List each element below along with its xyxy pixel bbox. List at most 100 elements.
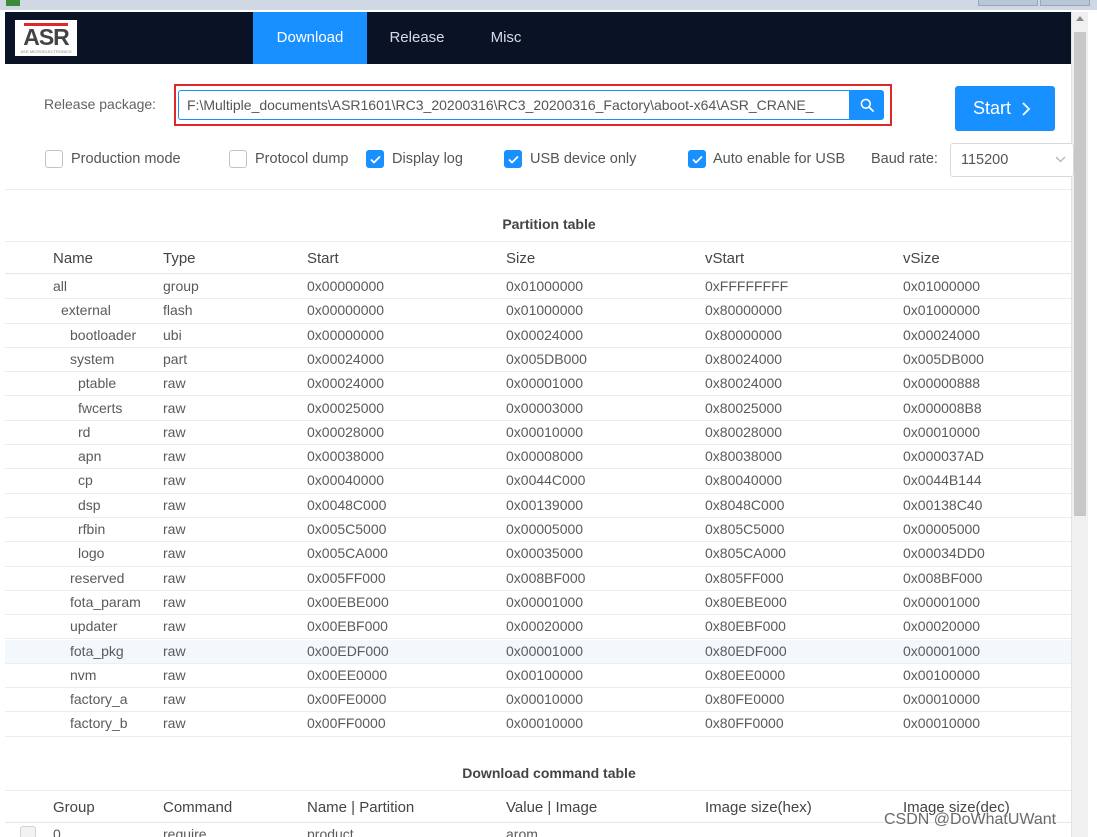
check-icon [370, 155, 381, 164]
cell-vsize: 0x00024000 [903, 326, 981, 343]
check-icon [508, 155, 519, 164]
table-row[interactable]: bootloader ubi 0x00000000 0x00024000 0x80000… [5, 324, 1071, 348]
asr-logo: ASR ASR MICROELECTRONICS [15, 20, 77, 56]
table-row[interactable]: rd raw 0x00028000 0x00010000 0x80028000 0x000… [5, 421, 1071, 446]
auto-enable-usb-label: Auto enable for USB [713, 151, 846, 167]
vertical-scrollbar[interactable] [1071, 12, 1088, 837]
cell-size: 0x00010000 [506, 423, 584, 440]
table-row[interactable]: factory_b raw 0x00FF0000 0x00010000 0x80FF00… [5, 712, 1071, 737]
baud-rate-select[interactable]: 115200 [950, 143, 1074, 177]
cell-vsize: 0x000008B8 [903, 399, 982, 416]
column-header-vsize: vSize [903, 250, 940, 267]
cell-value-image: arom [506, 826, 538, 837]
table-row[interactable]: fota_param raw 0x00EBE000 0x00001000 0x80EBE… [5, 591, 1071, 616]
cell-type: raw [163, 472, 186, 489]
cell-type: raw [163, 715, 186, 732]
cell-vsize: 0x00000888 [903, 375, 981, 392]
cell-vstart: 0x80FE0000 [705, 691, 785, 708]
production-mode-checkbox[interactable] [45, 150, 63, 168]
cell-start: 0x00FF0000 [307, 715, 386, 732]
scroll-up-arrow-icon[interactable] [1076, 16, 1084, 21]
table-row[interactable]: external flash 0x00000000 0x01000000 0x80000… [5, 299, 1071, 324]
protocol-dump-label: Protocol dump [255, 151, 349, 167]
column-header-group: Group [53, 799, 95, 816]
table-row[interactable]: reserved raw 0x005FF000 0x008BF000 0x805FF00… [5, 567, 1071, 591]
cell-type: raw [163, 691, 186, 708]
table-row[interactable]: apn raw 0x00038000 0x00008000 0x80038000 0x00… [5, 445, 1071, 470]
browse-button[interactable] [849, 90, 884, 120]
cell-vsize: 0x008BF000 [903, 569, 983, 586]
row-checkbox[interactable] [20, 826, 36, 837]
baud-rate-value: 115200 [961, 152, 1009, 168]
table-row[interactable]: ptable raw 0x00024000 0x00001000 0x80024000 0… [5, 372, 1071, 397]
cell-vstart: 0x80038000 [705, 448, 783, 465]
cell-type: raw [163, 423, 186, 440]
cell-size: 0x00001000 [506, 642, 584, 659]
cell-vsize: 0x00001000 [903, 642, 981, 659]
cell-size: 0x00003000 [506, 399, 584, 416]
column-header-size: Size [506, 250, 536, 267]
window-control-button[interactable] [978, 0, 1038, 6]
release-package-label: Release package: [44, 96, 157, 112]
table-row[interactable]: nvm raw 0x00EE0000 0x00100000 0x80EE0000 0x00… [5, 664, 1071, 689]
cell-vstart: 0x80EDF000 [705, 642, 787, 659]
cell-size: 0x00005000 [506, 521, 584, 537]
cell-vstart: 0x805CA000 [705, 545, 786, 562]
cell-size: 0x00024000 [506, 326, 584, 343]
table-row[interactable]: all group 0x00000000 0x01000000 0xFFFFFFFF 0x… [5, 275, 1071, 300]
cell-vstart: 0x80025000 [705, 399, 783, 416]
scrollbar-thumb[interactable] [1074, 32, 1086, 516]
table-row[interactable]: dsp raw 0x0048C000 0x00139000 0x8048C000 0x00… [5, 494, 1071, 518]
auto-enable-usb-checkbox[interactable] [688, 150, 706, 168]
column-header-type: Type [163, 250, 196, 267]
cell-start: 0x00024000 [307, 375, 385, 392]
cell-size: 0x00035000 [506, 545, 584, 562]
table-row[interactable]: rfbin raw 0x005C5000 0x00005000 0x805C5000 0x… [5, 518, 1071, 543]
cell-vstart: 0xFFFFFFFF [705, 278, 789, 294]
table-row[interactable]: updater raw 0x00EBF000 0x00020000 0x80EBF000… [5, 615, 1071, 640]
cell-type: raw [163, 375, 186, 392]
cell-size: 0x0044C000 [506, 472, 586, 489]
cell-name: fwcerts [78, 399, 123, 416]
table-row[interactable]: factory_a raw 0x00FE0000 0x00010000 0x80FE00… [5, 688, 1071, 713]
cell-start: 0x00000000 [307, 326, 385, 343]
cell-start: 0x00024000 [307, 350, 385, 367]
display-log-checkbox[interactable] [366, 150, 384, 168]
cell-size: 0x00008000 [506, 448, 584, 465]
cell-vsize: 0x00034DD0 [903, 545, 985, 562]
start-button[interactable]: Start [955, 86, 1055, 131]
cell-name: ptable [78, 375, 117, 392]
cell-size: 0x005DB000 [506, 350, 587, 367]
cell-size: 0x00010000 [506, 691, 584, 708]
cell-start: 0x00025000 [307, 399, 385, 416]
divider [5, 189, 1071, 190]
table-row[interactable]: system part 0x00024000 0x005DB000 0x80024000… [5, 348, 1071, 373]
cell-type: raw [163, 642, 186, 659]
cell-vsize: 0x00010000 [903, 423, 981, 440]
watermark: CSDN @DoWhatUWant [884, 811, 1057, 828]
window-control-button[interactable] [1040, 0, 1090, 6]
cell-type: raw [163, 521, 186, 537]
tab-misc[interactable]: Misc [467, 12, 545, 64]
column-header-image-size-hex: Image size(hex) [705, 799, 812, 816]
table-row[interactable]: fwcerts raw 0x00025000 0x00003000 0x80025000… [5, 397, 1071, 421]
cell-type: raw [163, 569, 186, 586]
cell-start: 0x005FF000 [307, 569, 386, 586]
cell-start: 0x00000000 [307, 302, 385, 319]
cell-name: updater [70, 618, 118, 635]
table-row[interactable]: cp raw 0x00040000 0x0044C000 0x80040000 0x004… [5, 469, 1071, 494]
table-row[interactable]: logo raw 0x005CA000 0x00035000 0x805CA000 0x0… [5, 542, 1071, 567]
cell-size: 0x00100000 [506, 666, 584, 683]
protocol-dump-checkbox[interactable] [229, 150, 247, 168]
app-header: ASR ASR MICROELECTRONICS Download Releas… [5, 12, 1071, 64]
cell-start: 0x005CA000 [307, 545, 388, 562]
cell-vsize: 0x000037AD [903, 448, 984, 465]
usb-device-only-checkbox[interactable] [504, 150, 522, 168]
tab-download[interactable]: Download [253, 12, 367, 64]
cell-vstart: 0x8048C000 [705, 496, 785, 513]
production-mode-label: Production mode [71, 151, 181, 167]
partition-table-title: Partition table [502, 216, 596, 232]
release-package-input[interactable] [178, 90, 850, 120]
tab-release[interactable]: Release [367, 12, 467, 64]
table-row[interactable]: fota_pkg raw 0x00EDF000 0x00001000 0x80EDF00… [5, 639, 1071, 664]
